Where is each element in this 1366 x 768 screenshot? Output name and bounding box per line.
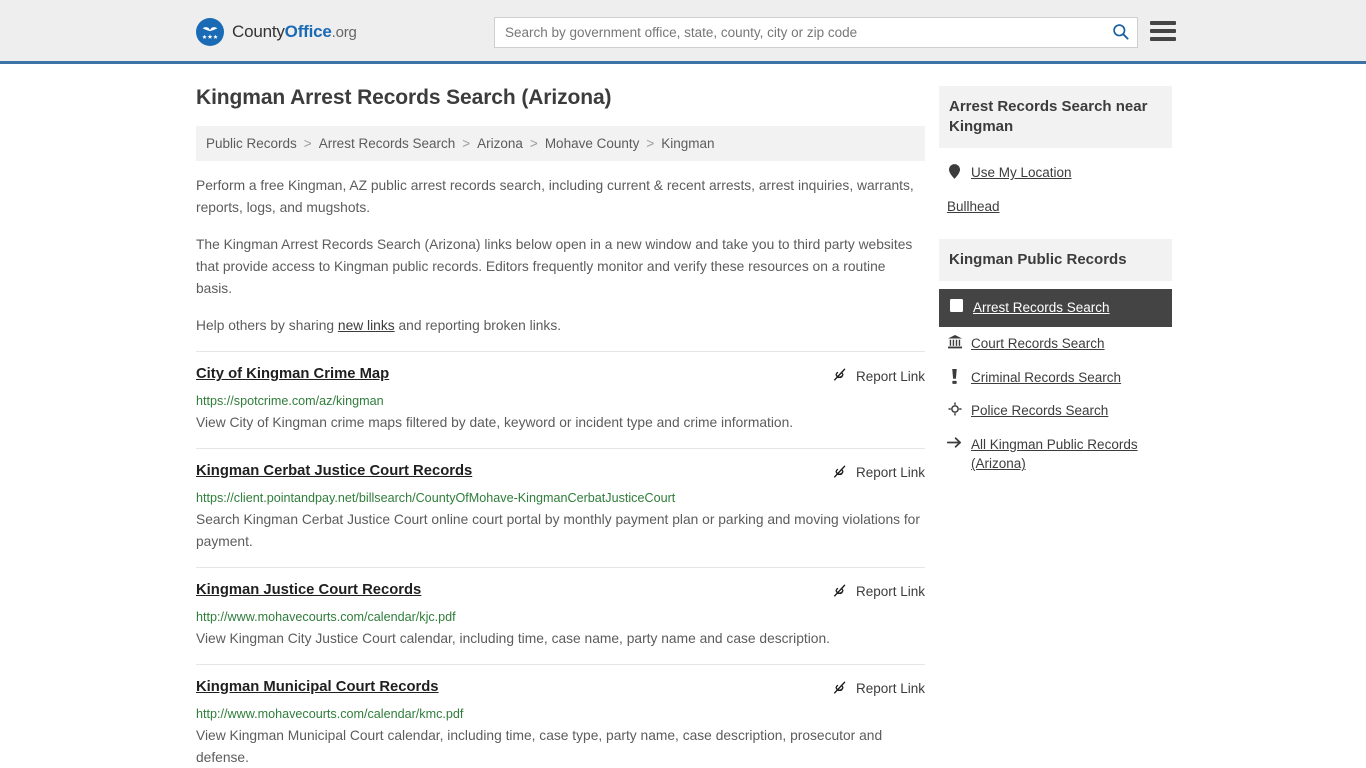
result-header: Kingman Municipal Court Records Report L…: [196, 679, 925, 699]
intro-p3-before: Help others by sharing: [196, 317, 338, 333]
sidebar-records-box: Kingman Public Records Arrest Records Se…: [939, 239, 1172, 480]
hamburger-bar: [1150, 37, 1176, 41]
sidebar-item-label[interactable]: Arrest Records Search: [973, 298, 1110, 318]
result-description: View Kingman City Justice Court calendar…: [196, 631, 830, 647]
result-item: Kingman Justice Court Records Report Lin…: [196, 566, 925, 664]
sidebar-item-use-my-location[interactable]: Use My Location: [939, 156, 1172, 190]
sidebar-item-label[interactable]: Police Records Search: [971, 401, 1108, 421]
sidebar-item-bullhead[interactable]: Bullhead: [939, 190, 1172, 224]
broken-link-icon: [831, 366, 848, 386]
result-description: View Kingman Municipal Court calendar, i…: [196, 727, 883, 766]
result-item: City of Kingman Crime Map Report Link ht…: [196, 351, 925, 448]
sidebar-item-all-public-records[interactable]: All Kingman Public Records (Arizona): [939, 428, 1172, 481]
result-url[interactable]: https://client.pointandpay.net/billsearc…: [196, 490, 925, 506]
search-input[interactable]: [495, 25, 1103, 40]
broken-link-icon: [831, 679, 848, 699]
report-link-label: Report Link: [855, 681, 925, 697]
sidebar-item-court-records-search[interactable]: Court Records Search: [939, 327, 1172, 361]
report-link-label: Report Link: [855, 584, 925, 600]
sidebar: Arrest Records Search near Kingman Use M…: [939, 86, 1172, 768]
search-bar[interactable]: [494, 17, 1138, 48]
site-logo[interactable]: CountyOffice.org: [196, 18, 357, 46]
site-logo-text: CountyOffice.org: [232, 22, 357, 42]
result-item: Kingman Municipal Court Records Report L…: [196, 663, 925, 768]
intro-paragraph-3: Help others by sharing new links and rep…: [196, 315, 925, 337]
report-link-button[interactable]: Report Link: [819, 582, 925, 602]
sidebar-item-label[interactable]: Use My Location: [971, 163, 1072, 183]
page-title: Kingman Arrest Records Search (Arizona): [196, 86, 612, 109]
result-title-link[interactable]: City of Kingman Crime Map: [196, 366, 389, 384]
report-link-button[interactable]: Report Link: [819, 679, 925, 699]
courthouse-icon: [947, 334, 962, 349]
result-url[interactable]: http://www.mohavecourts.com/calendar/kmc…: [196, 706, 925, 722]
hamburger-menu-icon[interactable]: [1150, 21, 1176, 41]
main-content: Kingman Arrest Records Search (Arizona) …: [196, 86, 925, 768]
result-header: Kingman Justice Court Records Report Lin…: [196, 582, 925, 602]
sidebar-records-heading: Kingman Public Records: [939, 239, 1172, 282]
result-description: View City of Kingman crime maps filtered…: [196, 415, 794, 431]
breadcrumb-separator-icon: >: [646, 136, 655, 151]
sidebar-item-label[interactable]: Court Records Search: [971, 334, 1105, 354]
breadcrumb-separator-icon: >: [303, 136, 312, 151]
logo-text-county: County: [232, 22, 285, 41]
exclamation-icon: [947, 368, 962, 384]
arrow-right-icon: [947, 435, 962, 449]
breadcrumb-item-arizona[interactable]: Arizona: [477, 136, 523, 151]
intro-paragraph-1: Perform a free Kingman, AZ public arrest…: [196, 178, 914, 216]
sidebar-item-label[interactable]: Criminal Records Search: [971, 368, 1121, 388]
site-header: CountyOffice.org: [0, 0, 1366, 64]
result-url[interactable]: https://spotcrime.com/az/kingman: [196, 393, 925, 409]
breadcrumb-separator-icon: >: [529, 136, 538, 151]
report-link-label: Report Link: [855, 368, 925, 384]
search-icon: [1111, 22, 1130, 44]
sidebar-records-links: Arrest Records Search Court Records Sear…: [939, 281, 1172, 480]
result-title-link[interactable]: Kingman Justice Court Records: [196, 582, 421, 600]
broken-link-icon: [831, 463, 848, 483]
breadcrumb-item-kingman: Kingman: [661, 136, 715, 151]
police-badge-icon: [947, 401, 962, 416]
result-url[interactable]: http://www.mohavecourts.com/calendar/kjc…: [196, 609, 925, 625]
arrest-square-icon: [949, 298, 964, 313]
map-pin-icon: [947, 163, 962, 180]
result-header: City of Kingman Crime Map Report Link: [196, 366, 925, 386]
report-link-label: Report Link: [855, 465, 925, 481]
sidebar-near-box: Arrest Records Search near Kingman Use M…: [939, 86, 1172, 223]
sidebar-item-label[interactable]: All Kingman Public Records (Arizona): [971, 435, 1164, 474]
page-body: Kingman Arrest Records Search (Arizona) …: [0, 64, 1366, 768]
result-item: Kingman Cerbat Justice Court Records Rep…: [196, 447, 925, 567]
breadcrumb-item-mohave-county[interactable]: Mohave County: [545, 136, 640, 151]
search-button[interactable]: [1103, 18, 1137, 47]
result-title-link[interactable]: Kingman Cerbat Justice Court Records: [196, 463, 472, 481]
sidebar-item-criminal-records-search[interactable]: Criminal Records Search: [939, 361, 1172, 395]
report-link-button[interactable]: Report Link: [819, 463, 925, 483]
intro-p3-after: and reporting broken links.: [394, 317, 562, 333]
eagle-seal-icon: [196, 18, 224, 46]
sidebar-item-police-records-search[interactable]: Police Records Search: [939, 394, 1172, 428]
breadcrumb-item-public-records[interactable]: Public Records: [206, 136, 297, 151]
sidebar-near-links: Use My Location Bullhead: [939, 148, 1172, 223]
sidebar-item-arrest-records-search[interactable]: Arrest Records Search: [939, 289, 1172, 327]
breadcrumb-separator-icon: >: [462, 136, 471, 151]
logo-text-org: .org: [331, 24, 357, 41]
report-link-button[interactable]: Report Link: [819, 366, 925, 386]
intro-text: Perform a free Kingman, AZ public arrest…: [196, 175, 925, 337]
hamburger-bar: [1150, 21, 1176, 25]
sidebar-item-label[interactable]: Bullhead: [947, 197, 1000, 217]
breadcrumb: Public Records > Arrest Records Search >…: [196, 126, 925, 161]
result-header: Kingman Cerbat Justice Court Records Rep…: [196, 463, 925, 483]
hamburger-bar: [1150, 29, 1176, 33]
broken-link-icon: [831, 582, 848, 602]
intro-paragraph-2: The Kingman Arrest Records Search (Arizo…: [196, 236, 913, 297]
result-description: Search Kingman Cerbat Justice Court onli…: [196, 512, 920, 550]
logo-text-office: Office: [284, 22, 332, 41]
breadcrumb-item-arrest-records-search[interactable]: Arrest Records Search: [319, 136, 456, 151]
new-links-link[interactable]: new links: [338, 318, 395, 333]
result-title-link[interactable]: Kingman Municipal Court Records: [196, 679, 439, 697]
sidebar-near-heading: Arrest Records Search near Kingman: [939, 86, 1172, 149]
